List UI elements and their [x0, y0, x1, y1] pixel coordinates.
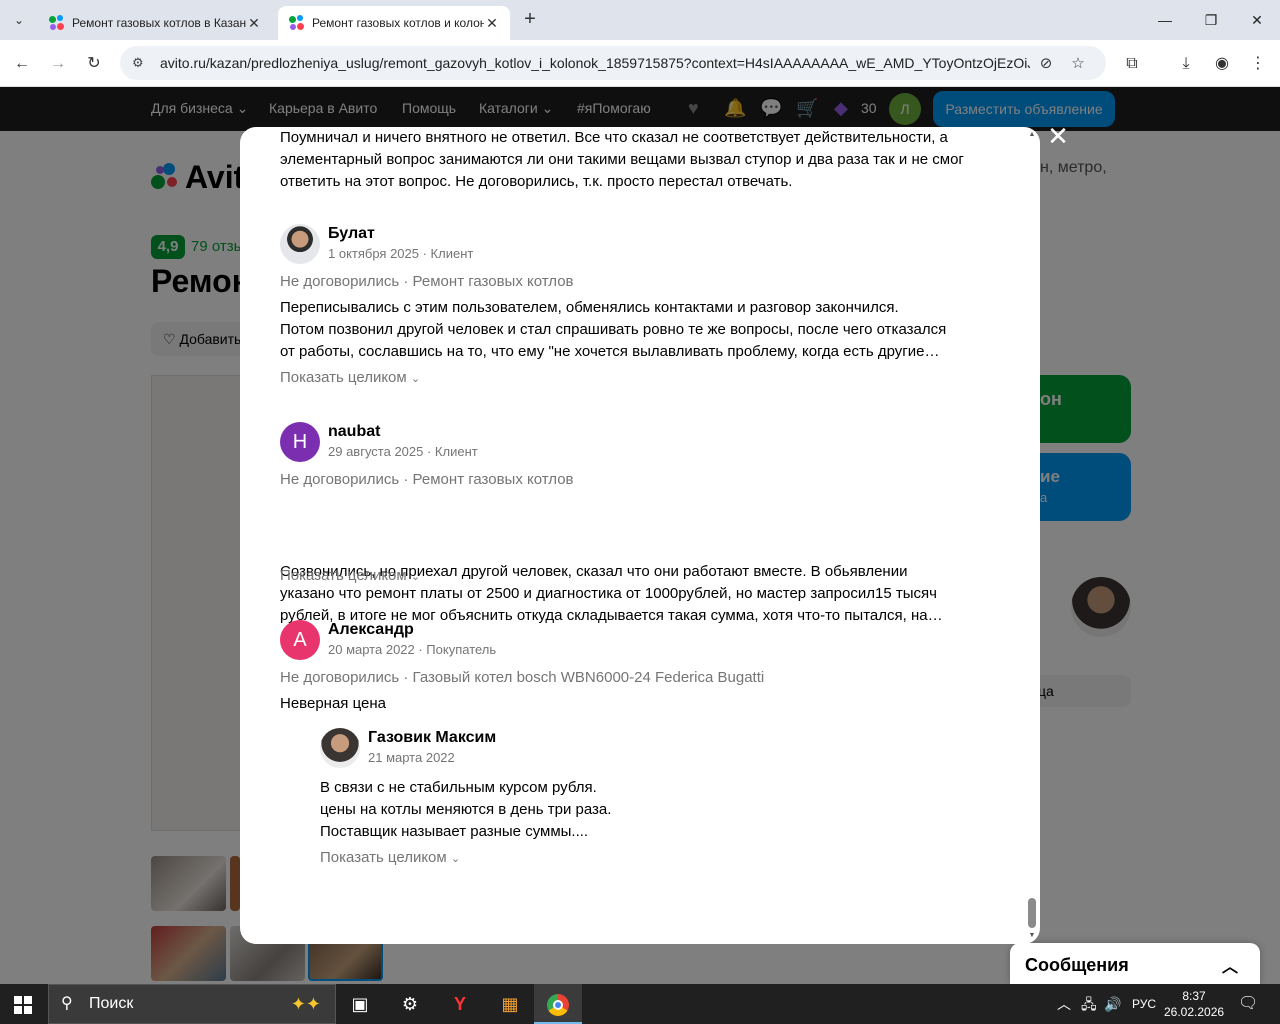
- review-meta: 29 августа 2025 · Клиент: [328, 444, 478, 459]
- web-page: Для бизнеса ⌄ Карьера в Авито Помощь Кат…: [0, 87, 1280, 984]
- tab-title: Ремонт газовых котлов в Казани: [72, 16, 246, 30]
- settings-gear-icon[interactable]: ⚙: [386, 984, 434, 1024]
- reviewer-avatar: А: [280, 620, 320, 660]
- browser-tab-bar: ⌄ Ремонт газовых котлов в Казани ✕ Ремон…: [0, 0, 1280, 40]
- show-more-link[interactable]: Показать целиком ⌄: [280, 369, 420, 386]
- modal-scrollbar[interactable]: ▲ ▼: [1028, 131, 1036, 940]
- taskbar-search[interactable]: ⚲ Поиск ✦✦: [48, 984, 336, 1024]
- reviewer-avatar: Н: [280, 422, 320, 462]
- windows-start-icon[interactable]: [14, 996, 32, 1014]
- language-indicator[interactable]: РУС: [1132, 984, 1156, 1024]
- browser-tab-2[interactable]: Ремонт газовых котлов и колонок ✕: [278, 6, 510, 40]
- seller-reply-date: 21 марта 2022: [368, 750, 455, 765]
- reviewer-name[interactable]: Александр: [328, 621, 414, 639]
- search-placeholder: Поиск: [89, 995, 134, 1012]
- task-view-icon[interactable]: ▣: [336, 984, 384, 1024]
- chevron-down-icon: ⌄: [13, 13, 25, 27]
- site-info-icon[interactable]: ⚙: [132, 55, 156, 71]
- review-meta: 20 марта 2022 · Покупатель: [328, 642, 497, 657]
- url-text[interactable]: avito.ru/kazan/predlozheniya_uslug/remon…: [160, 55, 1030, 71]
- review-text: Неверная цена: [280, 695, 386, 712]
- browser-tab-1[interactable]: Ремонт газовых котлов в Казани ✕: [38, 6, 272, 40]
- search-icon: ⚲: [61, 995, 73, 1012]
- close-tab-icon[interactable]: ✕: [484, 15, 500, 32]
- messages-label: Сообщения: [1025, 955, 1129, 975]
- seller-reply-name[interactable]: Газовик Максим: [368, 729, 496, 747]
- yandex-browser-icon[interactable]: Y: [436, 984, 484, 1024]
- reviews-modal: Поумничал и ничего внятного не ответил. …: [240, 127, 1040, 944]
- extensions-icon[interactable]: ⧉: [1118, 50, 1146, 78]
- close-window-button[interactable]: ✕: [1234, 6, 1280, 34]
- chevron-down-icon: ⌄: [450, 853, 461, 865]
- review-text-continued: Поумничал и ничего внятного не ответил. …: [280, 129, 964, 190]
- clock-date: 26.02.2026: [1164, 1005, 1225, 1019]
- tab-search-button[interactable]: ⌄: [6, 8, 32, 32]
- chevron-down-icon: ⌄: [410, 571, 421, 583]
- scrollbar-thumb[interactable]: [1028, 898, 1036, 928]
- show-more-link[interactable]: Показать целиком ⌄: [320, 849, 460, 866]
- tray-chevron-up-icon[interactable]: ︿: [1057, 984, 1071, 1024]
- app-grid-icon[interactable]: ▦: [486, 984, 534, 1024]
- show-more-link[interactable]: Показать целиком ⌄: [280, 567, 420, 584]
- avatar-letter: А: [293, 629, 307, 651]
- back-icon[interactable]: ←: [8, 50, 36, 78]
- reviewer-name[interactable]: Булат: [328, 225, 375, 243]
- review-text: Переписывались с этим пользователем, обм…: [280, 299, 947, 360]
- tracking-blocked-icon[interactable]: ⊘: [1030, 54, 1062, 72]
- reviewer-avatar: [280, 224, 320, 264]
- bookmark-star-icon[interactable]: ☆: [1062, 54, 1094, 72]
- new-tab-button[interactable]: +: [518, 8, 542, 32]
- clock[interactable]: 8:37 26.02.2026: [1164, 988, 1224, 1020]
- address-bar[interactable]: ⚙ avito.ru/kazan/predlozheniya_uslug/rem…: [120, 46, 1106, 80]
- minimize-button[interactable]: —: [1142, 6, 1188, 34]
- scroll-down-icon[interactable]: ▼: [1028, 932, 1036, 940]
- menu-dots-icon[interactable]: ⋮: [1244, 50, 1272, 78]
- reviewer-name[interactable]: naubat: [328, 423, 380, 441]
- profile-icon[interactable]: ◉: [1208, 50, 1236, 78]
- clock-time: 8:37: [1182, 989, 1206, 1003]
- avatar-letter: Н: [292, 431, 308, 453]
- maximize-button[interactable]: ❐: [1188, 6, 1234, 34]
- browser-toolbar: ← → ↻ ⚙ avito.ru/kazan/predlozheniya_usl…: [0, 40, 1280, 87]
- close-tab-icon[interactable]: ✕: [246, 15, 262, 32]
- chevron-down-icon: ⌄: [410, 373, 421, 385]
- review-tag: Не договорились · Газовый котел bosch WB…: [280, 669, 765, 686]
- chrome-icon[interactable]: [534, 984, 582, 1024]
- reload-icon[interactable]: ↻: [80, 50, 108, 78]
- forward-icon[interactable]: →: [44, 50, 72, 78]
- avito-favicon-icon: [48, 15, 64, 31]
- review-tag: Не договорились · Ремонт газовых котлов: [280, 471, 574, 488]
- windows-taskbar: ⚲ Поиск ✦✦ ▣ ⚙ Y ▦ ︿ 🖧 🔊 РУС 8:37 26.02.…: [0, 984, 1280, 1024]
- review-tag: Не договорились · Ремонт газовых котлов: [280, 273, 574, 290]
- notifications-icon[interactable]: 🗨: [1238, 984, 1258, 1024]
- messages-panel[interactable]: Сообщения ︿: [1010, 943, 1260, 984]
- search-highlight-icon: ✦✦: [290, 994, 321, 1014]
- download-icon[interactable]: ⤓: [1172, 50, 1200, 78]
- chevron-up-icon[interactable]: ︿: [1222, 953, 1238, 977]
- volume-icon[interactable]: 🔊: [1104, 984, 1121, 1024]
- close-modal-icon[interactable]: ✕: [1046, 123, 1070, 149]
- seller-reply-avatar: [320, 728, 360, 768]
- seller-reply-text: В связи с не стабильным курсом рубля. це…: [320, 779, 612, 840]
- review-meta: 1 октября 2025 · Клиент: [328, 246, 474, 261]
- tab-title: Ремонт газовых котлов и колонок: [312, 16, 484, 30]
- avito-favicon-icon: [288, 15, 304, 31]
- scroll-up-icon[interactable]: ▲: [1028, 131, 1036, 139]
- network-icon[interactable]: 🖧: [1081, 984, 1097, 1024]
